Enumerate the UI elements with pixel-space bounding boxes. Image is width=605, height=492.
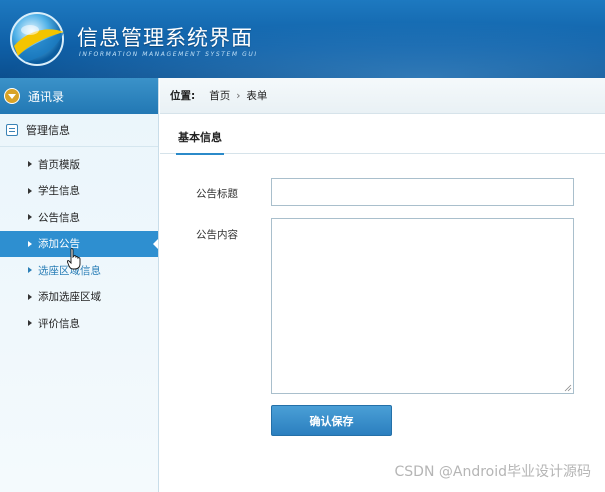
save-button[interactable]: 确认保存 xyxy=(271,405,392,436)
app-header: 信息管理系统界面 INFORMATION MANAGEMENT SYSTEM G… xyxy=(0,0,605,78)
sidebar-item-students[interactable]: 学生信息 xyxy=(0,178,158,205)
watermark: CSDN @Android毕业设计源码 xyxy=(394,464,592,480)
app-subtitle: INFORMATION MANAGEMENT SYSTEM GUI xyxy=(79,51,258,58)
caret-right-icon xyxy=(28,214,32,221)
sidebar-item-notices[interactable]: 公告信息 xyxy=(0,204,158,231)
app-title: 信息管理系统界面 xyxy=(77,26,253,50)
sidebar-item-add-seat-area[interactable]: 添加选座区域 xyxy=(0,284,158,311)
breadcrumb-form[interactable]: 表单 xyxy=(246,88,267,103)
breadcrumb-label: 位置: xyxy=(170,90,196,102)
sidebar: 通讯录 管理信息 首页模版 学生信息 公告信息 添加公告 选座区域信息 添加选座… xyxy=(0,78,159,492)
sidebar-section-label: 通讯录 xyxy=(28,89,65,104)
sidebar-item-label: 学生信息 xyxy=(38,185,80,198)
caret-right-icon xyxy=(28,293,32,300)
sidebar-item-label: 首页模版 xyxy=(38,158,80,171)
notice-title-input[interactable] xyxy=(271,178,574,206)
globe-logo-icon xyxy=(10,12,64,66)
list-icon xyxy=(6,124,18,136)
breadcrumb-home[interactable]: 首页 xyxy=(209,88,230,103)
sidebar-menu: 首页模版 学生信息 公告信息 添加公告 选座区域信息 添加选座区域 评价信息 xyxy=(0,147,158,337)
sidebar-item-label: 添加选座区域 xyxy=(38,291,101,304)
sidebar-group-label: 管理信息 xyxy=(26,124,70,137)
breadcrumb-separator: › xyxy=(236,89,241,102)
caret-right-icon xyxy=(28,187,32,194)
sidebar-item-label: 公告信息 xyxy=(38,211,80,224)
tab-basic-info[interactable]: 基本信息 xyxy=(176,129,224,155)
notice-title-label: 公告标题 xyxy=(196,188,238,200)
caret-right-icon xyxy=(28,240,32,247)
caret-right-icon xyxy=(28,320,32,327)
tab-bar: 基本信息 xyxy=(160,114,605,155)
hand-cursor-icon xyxy=(67,248,81,270)
notice-content-label: 公告内容 xyxy=(196,229,238,241)
notice-content-textarea[interactable] xyxy=(271,218,574,394)
sidebar-group-manage[interactable]: 管理信息 xyxy=(0,114,158,147)
sidebar-item-label: 评价信息 xyxy=(38,317,80,330)
caret-right-icon xyxy=(28,161,32,168)
sidebar-item-home-template[interactable]: 首页模版 xyxy=(0,151,158,178)
sidebar-section-contacts[interactable]: 通讯录 xyxy=(0,78,158,114)
resize-handle-icon[interactable] xyxy=(564,384,572,392)
breadcrumb: 位置: 首页 › 表单 xyxy=(160,78,605,114)
chevron-down-icon xyxy=(4,88,20,104)
sidebar-item-reviews[interactable]: 评价信息 xyxy=(0,310,158,337)
caret-right-icon xyxy=(28,267,32,274)
